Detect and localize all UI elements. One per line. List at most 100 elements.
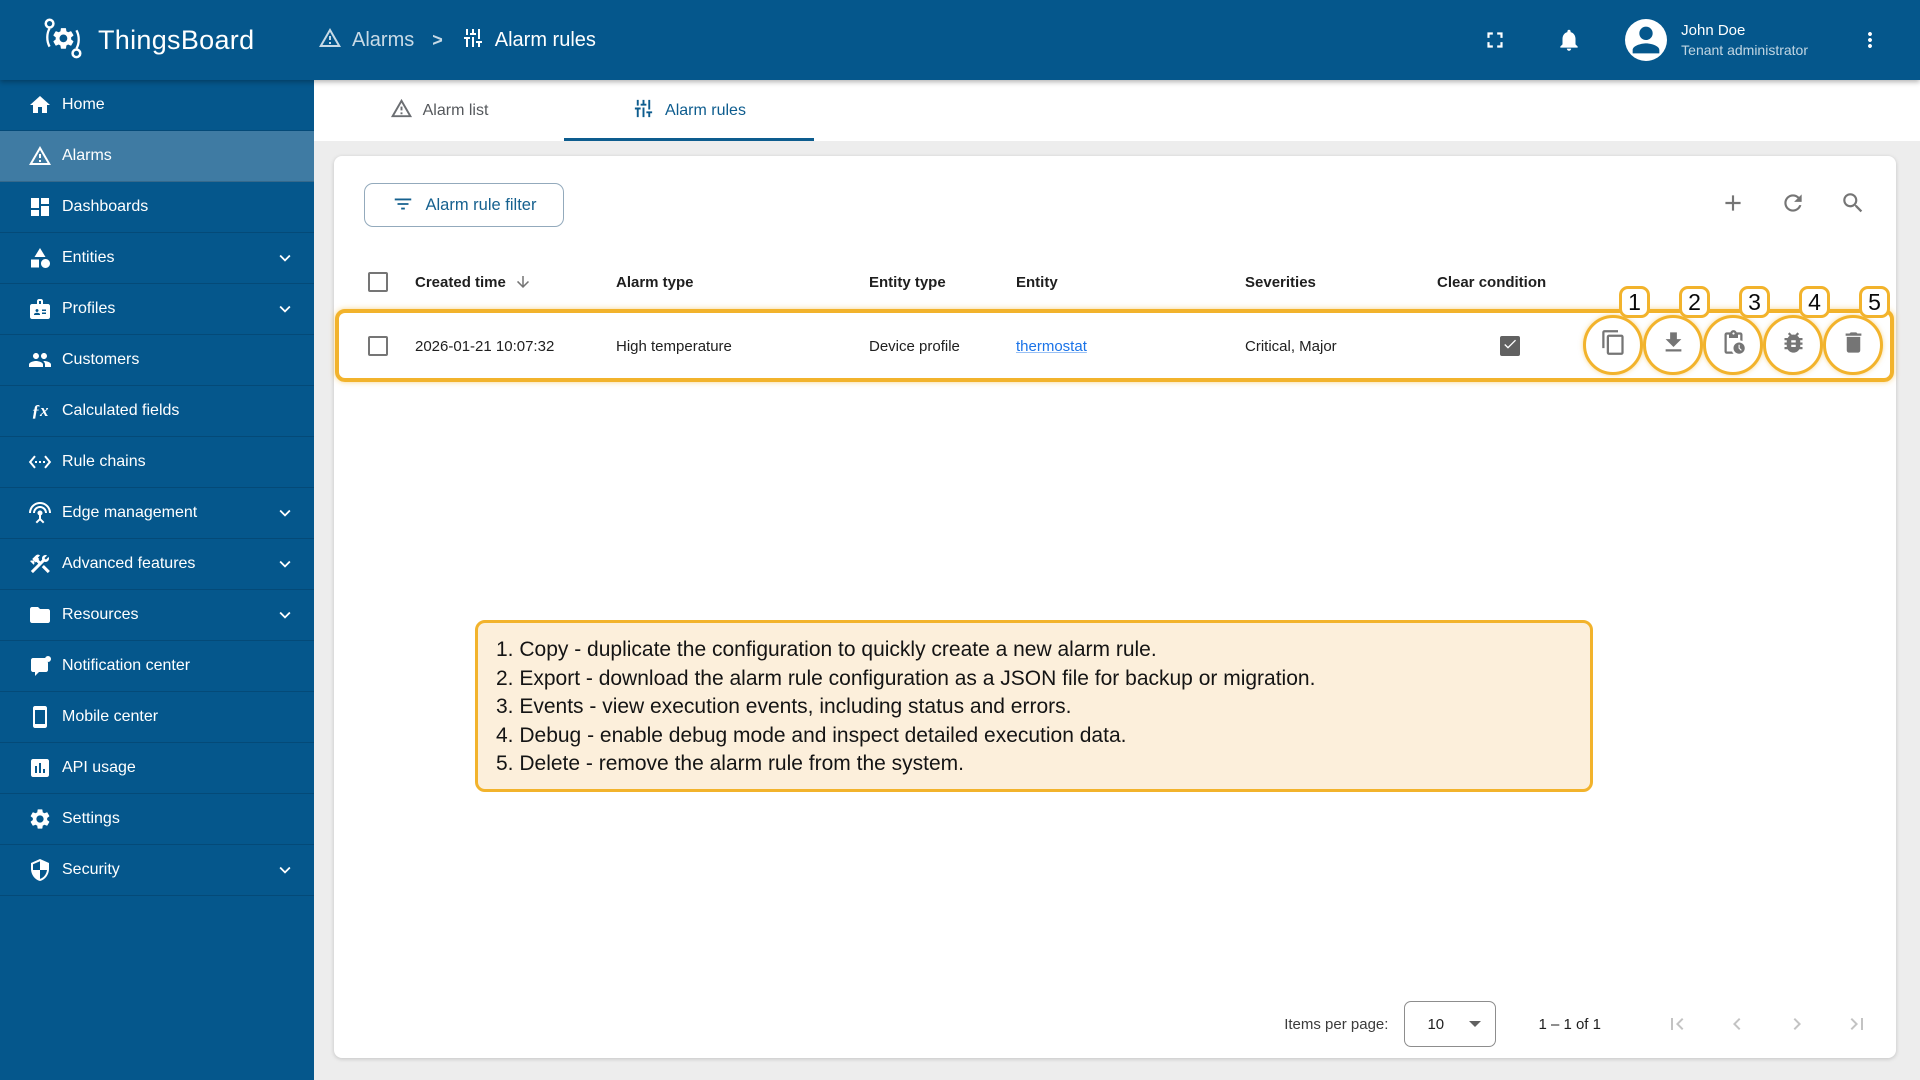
clipboard-clock-icon <box>1720 329 1747 361</box>
annotation-line-export: 2. Export - download the alarm rule conf… <box>496 666 1316 690</box>
thingsboard-logo[interactable]: ThingsBoard <box>0 15 300 66</box>
tab-alarm-rules[interactable]: Alarm rules <box>564 80 814 141</box>
annotation-badge-3: 3 <box>1739 286 1770 318</box>
next-page-button[interactable] <box>1777 1004 1817 1044</box>
row-alarm-type: High temperature <box>616 337 732 355</box>
folder-icon <box>28 603 52 627</box>
chevron-down-icon <box>274 859 296 881</box>
chevron-down-icon <box>274 604 296 626</box>
user-name: John Doe <box>1681 22 1746 39</box>
annotation-badge-1: 1 <box>1619 286 1650 318</box>
sidebar-item-edge-management[interactable]: Edge management <box>0 488 314 539</box>
first-page-button[interactable] <box>1657 1004 1697 1044</box>
tab-strip: Alarm list Alarm rules <box>314 80 1920 141</box>
shield-icon <box>28 858 52 882</box>
sidebar-item-notification-center[interactable]: Notification center <box>0 641 314 692</box>
annotation-line-debug: 4. Debug - enable debug mode and inspect… <box>496 723 1127 747</box>
select-all-checkbox[interactable] <box>368 272 388 292</box>
antenna-icon <box>28 501 52 525</box>
alarm-rule-filter-button[interactable]: Alarm rule filter <box>364 183 564 227</box>
sidebar-item-dashboards[interactable]: Dashboards <box>0 182 314 233</box>
sidebar-item-entities[interactable]: Entities <box>0 233 314 284</box>
chevron-down-icon <box>274 298 296 320</box>
function-icon: ƒx <box>31 401 49 420</box>
warning-icon <box>318 26 342 55</box>
tab-alarm-list[interactable]: Alarm list <box>314 80 564 141</box>
debug-action-button[interactable] <box>1763 315 1823 375</box>
sidebar-item-home[interactable]: Home <box>0 80 314 131</box>
chevron-down-icon <box>274 247 296 269</box>
user-role: Tenant administrator <box>1681 42 1808 58</box>
column-header-severities[interactable]: Severities <box>1245 250 1316 314</box>
annotation-badge-4: 4 <box>1799 286 1830 318</box>
breadcrumb: Alarms > Alarm rules <box>318 26 596 55</box>
search-button[interactable] <box>1833 183 1873 223</box>
row-checkbox[interactable] <box>368 336 388 356</box>
annotation-legend-box: 1. Copy - duplicate the configuration to… <box>475 620 1593 792</box>
breadcrumb-alarms[interactable]: Alarms <box>318 26 414 55</box>
annotation-line-delete: 5. Delete - remove the alarm rule from t… <box>496 752 964 775</box>
column-header-created-time[interactable]: Created time <box>415 250 532 314</box>
sidebar-item-settings[interactable]: Settings <box>0 794 314 845</box>
refresh-button[interactable] <box>1773 183 1813 223</box>
user-avatar[interactable] <box>1625 19 1668 61</box>
sidebar-item-calculated-fields[interactable]: ƒx Calculated fields <box>0 386 314 437</box>
sidebar-item-security[interactable]: Security <box>0 845 314 896</box>
items-per-page-select[interactable]: 10 <box>1404 1001 1497 1047</box>
sidebar-item-mobile-center[interactable]: Mobile center <box>0 692 314 743</box>
sidebar-item-advanced-features[interactable]: Advanced features <box>0 539 314 590</box>
tools-icon <box>28 552 52 576</box>
column-header-clear-condition[interactable]: Clear condition <box>1437 250 1546 314</box>
sidebar-item-api-usage[interactable]: API usage <box>0 743 314 794</box>
check-icon <box>1502 336 1518 357</box>
gear-icon <box>28 807 52 831</box>
page-range-label: 1 – 1 of 1 <box>1538 1015 1601 1033</box>
chevron-down-icon <box>274 502 296 524</box>
row-entity-type: Device profile <box>869 337 960 355</box>
sidebar-item-customers[interactable]: Customers <box>0 335 314 386</box>
row-severities: Critical, Major <box>1245 337 1337 355</box>
breadcrumb-alarm-rules: Alarm rules <box>461 26 596 55</box>
trash-icon <box>1840 329 1867 361</box>
sidebar-item-resources[interactable]: Resources <box>0 590 314 641</box>
warning-icon <box>28 144 52 168</box>
add-alarm-rule-button[interactable] <box>1713 183 1753 223</box>
clear-condition-checkbox[interactable] <box>1500 336 1520 356</box>
annotation-line-copy: 1. Copy - duplicate the configuration to… <box>496 638 1157 661</box>
entity-link[interactable]: thermostat <box>1016 338 1087 355</box>
smartphone-icon <box>28 705 52 729</box>
chart-icon <box>28 756 52 780</box>
people-icon <box>28 348 52 372</box>
sidebar-item-rule-chains[interactable]: Rule chains <box>0 437 314 488</box>
last-page-button[interactable] <box>1837 1004 1877 1044</box>
badge-icon <box>28 297 52 321</box>
annotation-line-events: 3. Events - view execution events, inclu… <box>496 695 1072 718</box>
column-header-entity[interactable]: Entity <box>1016 250 1058 314</box>
annotation-badge-5: 5 <box>1859 286 1890 318</box>
notifications-bell-button[interactable] <box>1547 18 1591 62</box>
dropdown-caret-icon <box>1469 1021 1482 1027</box>
sidebar-item-alarms[interactable]: Alarms <box>0 131 314 182</box>
main-content: Alarm list Alarm rules Alarm rule filter <box>314 80 1920 1080</box>
previous-page-button[interactable] <box>1717 1004 1757 1044</box>
alarm-rules-card: Alarm rule filter Created time Alarm typ <box>334 156 1896 1058</box>
breadcrumb-separator: > <box>432 29 443 50</box>
tune-icon <box>461 26 485 55</box>
ethernet-icon <box>28 450 52 474</box>
copy-action-button[interactable] <box>1583 315 1643 375</box>
kebab-menu-button[interactable] <box>1848 18 1892 62</box>
warning-icon <box>390 97 413 125</box>
paginator: Items per page: 10 1 – 1 of 1 <box>1284 996 1877 1052</box>
column-header-alarm-type[interactable]: Alarm type <box>616 250 694 314</box>
bug-icon <box>1780 329 1807 361</box>
sidebar-item-profiles[interactable]: Profiles <box>0 284 314 335</box>
fullscreen-button[interactable] <box>1473 18 1517 62</box>
delete-action-button[interactable] <box>1823 315 1883 375</box>
card-toolbar <box>1713 183 1873 223</box>
sort-descending-icon <box>514 273 532 291</box>
column-header-entity-type[interactable]: Entity type <box>869 250 946 314</box>
export-action-button[interactable] <box>1643 315 1703 375</box>
table-header-row: Created time Alarm type Entity type Enti… <box>334 250 1896 314</box>
events-action-button[interactable] <box>1703 315 1763 375</box>
home-icon <box>28 93 52 117</box>
